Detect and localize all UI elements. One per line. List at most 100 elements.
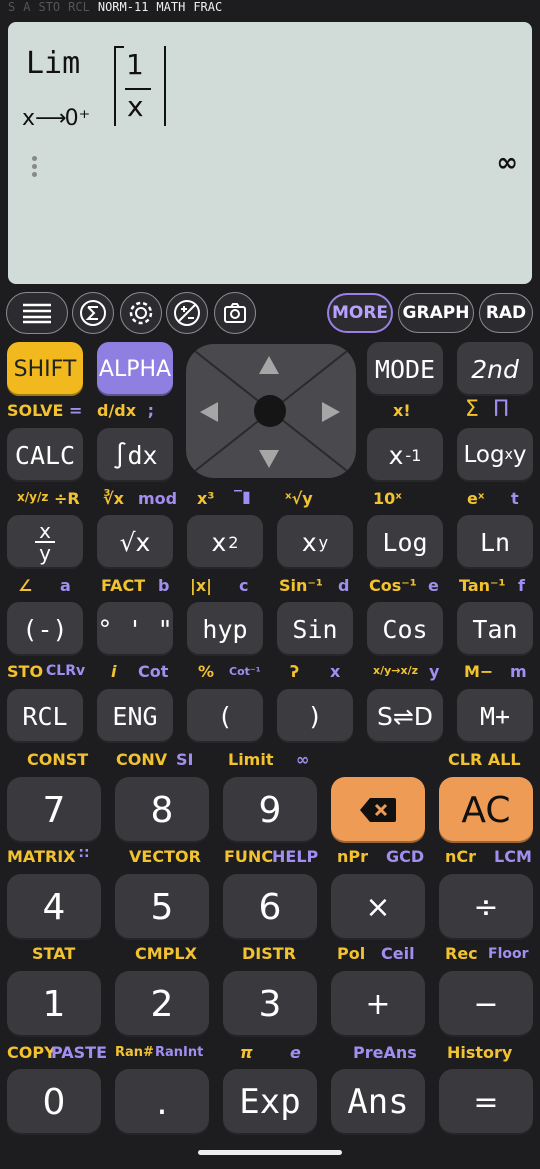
status-a: A [23, 0, 31, 14]
label-sin-inv: Sin⁻¹ [279, 576, 323, 595]
lim-target: 0⁺ [64, 106, 91, 131]
s-to-d-key[interactable]: S⇌D [367, 689, 443, 743]
label-xy-xz: x/y→x/z [373, 664, 419, 677]
multiply-key[interactable]: × [331, 874, 425, 940]
logxy-key[interactable]: Log x y [457, 428, 533, 482]
graph-button[interactable]: GRAPH [398, 293, 474, 333]
label-c: c [239, 576, 249, 595]
square-key[interactable]: x2 [187, 515, 263, 569]
menu-button[interactable] [6, 292, 68, 334]
fraction-key-bottom: y [39, 541, 51, 565]
label-mod: mod [138, 489, 178, 508]
power-base: x [301, 527, 317, 557]
status-norm: NORM-11 [97, 0, 149, 14]
label-sum-prod: Σ Π [465, 397, 509, 422]
decimal-key[interactable]: . [115, 1069, 209, 1135]
rad-button[interactable]: RAD [479, 293, 533, 333]
digit-3-key[interactable]: 3 [223, 971, 317, 1037]
power-key[interactable]: xy [277, 515, 353, 569]
ans-key[interactable]: Ans [331, 1069, 425, 1135]
backspace-icon [360, 798, 396, 822]
sqrt-key[interactable]: √x [97, 515, 173, 569]
fraction-numerator: 1 [126, 48, 144, 81]
logxy-y: y [512, 442, 527, 468]
more-vert-icon[interactable] [32, 156, 38, 180]
label-cot: Cot [138, 662, 169, 681]
display-screen[interactable]: Lim x⟶0⁺ 1 x ∞ [8, 22, 532, 284]
plus-key[interactable]: + [331, 971, 425, 1037]
label-e-const: e [290, 1043, 301, 1062]
label-solve-eq: = [69, 401, 83, 420]
exp-key[interactable]: Exp [223, 1069, 317, 1135]
label-tan-inv: Tan⁻¹ [459, 576, 506, 595]
ln-key[interactable]: Ln [457, 515, 533, 569]
mode-key[interactable]: MODE [367, 342, 443, 396]
backspace-key[interactable] [331, 777, 425, 843]
digit-5-key[interactable]: 5 [115, 874, 209, 940]
sigma-button[interactable] [72, 292, 114, 334]
label-sto: STO [7, 662, 44, 681]
divide-key[interactable]: ÷ [439, 874, 533, 940]
dms-key[interactable]: ° ' " [97, 602, 173, 656]
label-ex: eˣ [467, 489, 485, 508]
sin-key[interactable]: Sin [277, 602, 353, 656]
plus-minus-button[interactable] [166, 292, 208, 334]
status-math: MATH [156, 0, 186, 14]
home-indicator[interactable] [198, 1150, 342, 1155]
alpha-key[interactable]: ALPHA [97, 342, 173, 396]
close-paren-key[interactable]: ) [277, 689, 353, 743]
digit-9-key[interactable]: 9 [223, 777, 317, 843]
negative-key[interactable]: (-) [7, 602, 83, 656]
minus-key[interactable]: − [439, 971, 533, 1037]
reciprocal-key[interactable]: x -1 [367, 428, 443, 482]
label-x: x [330, 662, 341, 681]
equals-key[interactable]: = [439, 1069, 533, 1135]
dpad-center[interactable] [254, 395, 286, 427]
status-rcl: RCL [68, 0, 90, 14]
fraction-key[interactable]: xy [7, 515, 83, 569]
label-cmplx: CMPLX [135, 944, 197, 963]
digit-7-key[interactable]: 7 [7, 777, 101, 843]
digit-2-key[interactable]: 2 [115, 971, 209, 1037]
gear-icon [129, 301, 153, 325]
shift-key[interactable]: SHIFT [7, 342, 83, 396]
label-inf: ∞ [296, 750, 310, 769]
calc-key[interactable]: CALC [7, 428, 83, 482]
down-arrow-icon[interactable] [259, 450, 279, 468]
up-arrow-icon[interactable] [259, 356, 279, 374]
label-a: a [60, 576, 71, 595]
eng-key[interactable]: ENG [97, 689, 173, 743]
tan-key[interactable]: Tan [457, 602, 533, 656]
digit-1-key[interactable]: 1 [7, 971, 101, 1037]
label-angle: ∠ [18, 576, 33, 595]
second-key[interactable]: 2nd [457, 342, 533, 396]
digit-4-key[interactable]: 4 [7, 874, 101, 940]
label-prod: Π [492, 397, 510, 422]
label-i: i [111, 662, 117, 681]
settings-button[interactable] [120, 292, 162, 334]
label-ran: Ran# [115, 1045, 154, 1060]
camera-button[interactable] [214, 292, 256, 334]
reciprocal-exp: -1 [405, 445, 422, 465]
digit-6-key[interactable]: 6 [223, 874, 317, 940]
right-arrow-icon[interactable] [322, 402, 340, 422]
hyp-key[interactable]: hyp [187, 602, 263, 656]
integral-key[interactable]: ∫dx [97, 428, 173, 482]
label-func: FUNC [224, 847, 274, 866]
digit-8-key[interactable]: 8 [115, 777, 209, 843]
plus-minus-icon [174, 300, 200, 326]
square-exp: 2 [228, 532, 239, 552]
label-ranint: RanInt [155, 1045, 204, 1060]
more-button[interactable]: MORE [327, 293, 393, 333]
label-ddx: d/dx ; [97, 401, 154, 420]
left-arrow-icon[interactable] [200, 402, 218, 422]
m-plus-key[interactable]: M+ [457, 689, 533, 743]
digit-0-key[interactable]: 0 [7, 1069, 101, 1135]
ac-key[interactable]: AC [439, 777, 533, 843]
label-xyz: x/y/z [17, 490, 49, 504]
cos-key[interactable]: Cos [367, 602, 443, 656]
rcl-key[interactable]: RCL [7, 689, 83, 743]
log-key[interactable]: Log [367, 515, 443, 569]
open-paren-key[interactable]: ( [187, 689, 263, 743]
label-ceil: Ceil [381, 944, 415, 963]
